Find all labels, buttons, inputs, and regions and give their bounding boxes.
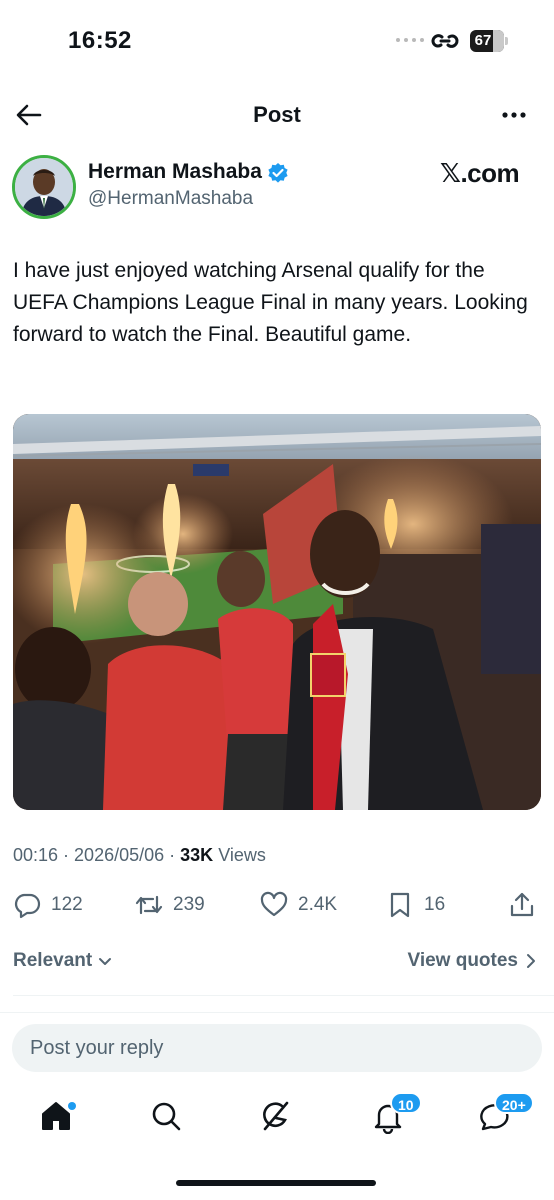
divider [0,1012,554,1013]
view-quotes-label: View quotes [407,950,518,971]
tweet-text: I have just enjoyed watching Arsenal qua… [13,259,528,346]
home-notification-dot [68,1102,76,1110]
author-handle[interactable]: @HermanMashaba [88,188,253,210]
view-quotes-link[interactable]: View quotes [407,950,538,972]
repost-icon [135,895,163,915]
messages-badge: 20+ [494,1092,534,1114]
repost-count: 239 [173,894,205,915]
post-meta: 00:16 · 2026/05/06 · 33K Views [13,845,266,865]
grok-icon [263,1101,289,1131]
reply-sort-dropdown[interactable]: Relevant [13,950,114,972]
divider [13,995,554,996]
tweet-photo[interactable] [13,414,541,810]
heart-icon [260,891,288,917]
battery-level: 67 [474,32,492,49]
page-title: Post [253,102,301,127]
status-time: 16:52 [68,27,132,54]
reply-sort-label: Relevant [13,950,93,971]
like-count: 2.4K [298,894,338,915]
nav-messages[interactable]: 20+ [478,1092,534,1138]
share-icon [510,892,534,917]
post-time: 00:16 [13,845,59,865]
author-avatar[interactable] [12,155,76,219]
home-indicator [176,1180,376,1186]
reply-input[interactable]: Post your reply [12,1024,542,1072]
search-icon [152,1102,181,1131]
bottom-nav: 10 20+ [0,1088,554,1158]
like-button[interactable]: 2.4K [260,885,337,925]
link-icon [431,34,459,48]
views-count: 33K [180,845,214,865]
views-label: Views [218,845,266,865]
status-bar: 16:52 67 [0,0,554,84]
reply-placeholder: Post your reply [30,1037,164,1059]
nav-home[interactable] [38,1098,78,1138]
post-date: 2026/05/06 [74,845,165,865]
reply-count: 122 [51,894,83,915]
bookmark-icon [390,892,410,918]
notifications-badge: 10 [390,1092,422,1114]
engagement-bar: 122 239 2.4K 16 [0,885,554,925]
more-options-icon[interactable] [498,100,530,130]
chevron-down-icon [99,958,112,965]
reply-button[interactable]: 122 [13,885,83,925]
post-header: Post [0,88,554,142]
battery-icon: 67 [470,30,508,52]
share-button[interactable] [508,885,536,925]
nav-grok[interactable] [258,1098,298,1138]
bookmark-button[interactable]: 16 [386,885,445,925]
author-name[interactable]: Herman Mashaba [88,160,262,184]
chevron-right-icon [527,954,535,968]
reply-icon [14,893,41,919]
verified-badge-icon [268,163,288,183]
bookmark-count: 16 [424,894,446,915]
cellular-signal-icon [396,38,424,42]
nav-search[interactable] [148,1098,188,1138]
repost-button[interactable]: 239 [135,885,205,925]
nav-notifications[interactable]: 10 [370,1092,422,1138]
x-com-watermark: 𝕏.com [440,158,520,188]
